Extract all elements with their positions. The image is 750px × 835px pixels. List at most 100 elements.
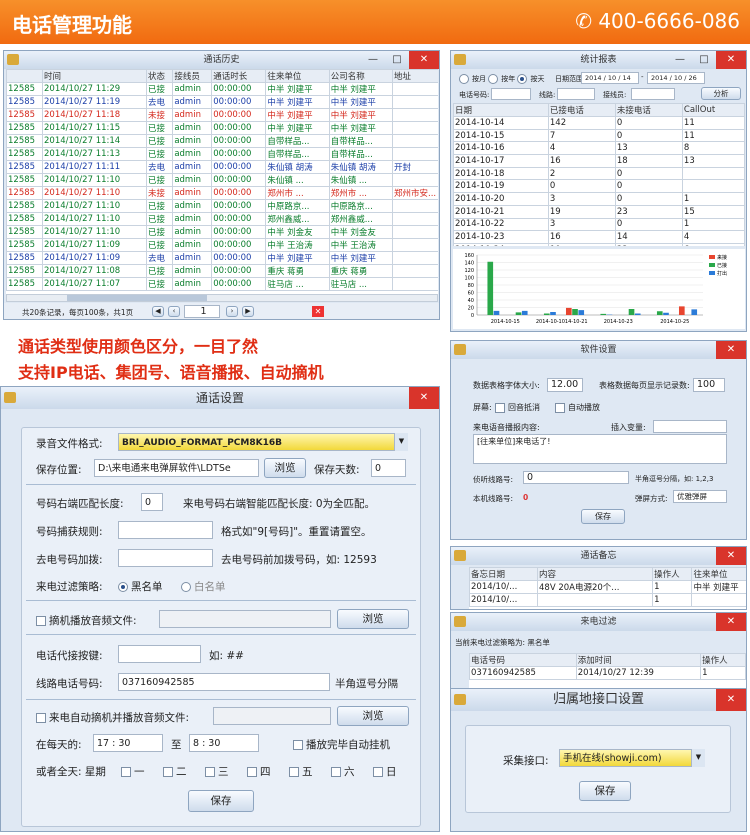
operator-select[interactable] [631,88,675,100]
minimize-button[interactable]: — [361,51,385,69]
rule-input[interactable] [118,521,213,539]
table-row[interactable]: 2014-10-20 3 0 1 [453,192,745,206]
delete-icon[interactable]: ✕ [312,306,324,317]
maximize-button[interactable]: □ [692,51,716,69]
from-time-input[interactable]: 17 : 30 [93,734,163,752]
date-to-input[interactable]: 2014 / 10 / 26 [647,72,705,84]
table-row[interactable]: 12585 2014/10/27 11:09 已接 admin 00:00:00 中半 王… [6,238,438,252]
close-button[interactable]: ✕ [409,387,439,409]
table-row[interactable]: 12585 2014/10/27 11:19 去电 admin 00:00:00 中半 刘… [6,95,438,109]
auto-answer-checkbox[interactable]: 来电自动摘机并播放音频文件: [36,710,189,725]
next-page-button[interactable]: › [226,306,238,317]
table-row[interactable]: 12585 2014/10/27 11:10 未接 admin 00:00:00 郑州市 … [6,186,438,200]
match-stepper[interactable]: 0 [141,493,163,511]
table-row[interactable]: 2014-10-15 7 0 11 [453,128,745,143]
table-row[interactable]: 12585 2014/10/27 11:13 已接 admin 00:00:00 自带样品… [6,147,438,161]
page-input[interactable]: 1 [184,305,220,318]
close-button[interactable]: ✕ [716,547,746,565]
mode-radios[interactable]: 按月 按年 按天 [459,74,544,84]
close-button[interactable]: ✕ [716,613,746,631]
chevron-down-icon[interactable]: ▼ [691,749,705,767]
column-header[interactable]: 地址 [391,69,438,83]
table-row[interactable]: 2014-10-17 16 18 13 [453,154,745,168]
maximize-button[interactable]: □ [385,51,409,69]
table-row[interactable]: 12585 2014/10/27 11:10 已接 admin 00:00:00 朱仙镇 … [6,173,438,187]
column-header[interactable]: 操作人 [652,567,693,581]
table-row[interactable]: 2014-10-22 3 0 1 [453,217,745,232]
area-select[interactable]: 手机在线(showji.com) [559,749,705,767]
days-stepper[interactable]: 0 [371,459,406,477]
play-browse-button[interactable]: 浏览 [337,609,409,629]
table-row[interactable]: 12585 2014/10/27 11:07 已接 admin 00:00:00 驻马店 … [6,277,438,291]
table-row[interactable]: 12585 2014/10/27 11:14 已接 admin 00:00:00 自带样品… [6,134,438,148]
column-header[interactable]: 备忘日期 [469,567,539,581]
line-input[interactable]: 037160942585 [118,673,330,691]
table-row[interactable]: 12585 2014/10/27 11:10 已接 admin 00:00:00 中半 刘… [6,225,438,239]
weekday-checkbox[interactable]: 五 [289,764,313,779]
prev-page-button[interactable]: ‹ [168,306,180,317]
settings-save-button[interactable]: 保存 [188,790,254,812]
path-browse-button[interactable]: 浏览 [264,458,306,478]
column-header[interactable]: 往来单位 [265,69,330,83]
column-header[interactable]: 通话时长 [211,69,267,83]
path-input[interactable]: D:\来电通来电弹屏软件\LDTSe [94,459,259,477]
hangup-checkbox[interactable]: 播放完毕自动挂机 [293,737,390,752]
last-page-button[interactable]: ▶ [242,306,254,317]
table-row[interactable]: 037160942585 2014/10/27 12:39 1 [469,666,746,680]
autoplay-checkbox[interactable]: 自动播放 [555,402,600,413]
column-header[interactable]: 添加时间 [575,653,702,667]
area-save-button[interactable]: 保存 [579,781,631,801]
column-header[interactable]: 公司名称 [328,69,394,83]
auto-browse-button[interactable]: 浏览 [337,706,409,726]
auto-file-input[interactable] [213,707,331,725]
column-header[interactable]: 时间 [41,69,148,83]
column-header[interactable]: 往来单位 [691,567,746,581]
date-from-input[interactable]: 2014 / 10 / 14 [581,72,639,84]
analyze-button[interactable]: 分析 [701,87,741,100]
weekday-checkbox[interactable]: 六 [331,764,355,779]
table-row[interactable]: 12585 2014/10/27 11:11 去电 admin 00:00:00 朱仙镇 … [6,160,438,174]
table-row[interactable]: 12585 2014/10/27 11:10 已接 admin 00:00:00 中原路京… [6,199,438,213]
close-button[interactable]: ✕ [409,51,439,69]
weekday-checkbox[interactable]: 日 [373,764,397,779]
play-file-input[interactable] [159,610,331,628]
to-time-input[interactable]: 8 : 30 [189,734,259,752]
phone-input[interactable] [491,88,531,100]
format-select[interactable]: BRI_AUDIO_FORMAT_PCM8K16B [118,433,408,451]
prefix-input[interactable] [118,549,213,567]
blacklist-radio[interactable]: 黑名单 [118,579,163,594]
column-header[interactable]: CallOut [681,103,745,117]
column-header[interactable]: 操作人 [700,653,746,667]
weekday-checkbox[interactable]: 一 [121,764,145,779]
table-row[interactable]: 2014/10/... 48V 20A电源20个... 1 中半 刘建平 [469,580,746,594]
table-row[interactable]: 2014-10-16 4 13 8 [453,141,745,156]
table-row[interactable]: 12585 2014/10/27 11:29 已接 admin 00:00:00 中半 刘… [6,82,438,96]
var-select[interactable] [653,420,727,433]
table-row[interactable]: 12585 2014/10/27 11:15 已接 admin 00:00:00 中半 刘… [6,121,438,135]
echo-checkbox[interactable]: 回音抵消 [495,402,540,413]
font-size-input[interactable]: 12.00 [547,378,583,392]
horizontal-scrollbar[interactable] [6,294,438,302]
first-page-button[interactable]: ◀ [152,306,164,317]
table-row[interactable]: 12585 2014/10/27 11:09 去电 admin 00:00:00 中半 刘… [6,251,438,265]
table-row[interactable]: 2014-10-19 0 0 [453,179,745,194]
weekday-checkbox[interactable]: 四 [247,764,271,779]
column-header[interactable]: 已接电话 [547,103,616,117]
table-row[interactable]: 12585 2014/10/27 11:10 已接 admin 00:00:00 郑州鑫威… [6,212,438,226]
table-row[interactable]: 12585 2014/10/27 11:08 已接 admin 00:00:00 重庆 蒋… [6,264,438,278]
column-header[interactable]: 状态 [146,69,174,83]
minimize-button[interactable]: — [668,51,692,69]
column-header[interactable]: 未接电话 [614,103,683,117]
listen-input[interactable]: 0 [523,471,629,484]
chevron-down-icon[interactable]: ▼ [394,433,408,451]
table-row[interactable]: 2014-10-23 16 14 4 [453,230,745,244]
table-row[interactable]: 12585 2014/10/27 11:18 未接 admin 00:00:00 中半 刘… [6,108,438,122]
column-header[interactable]: 内容 [537,567,654,581]
column-header[interactable]: 接线员 [172,69,213,83]
table-row[interactable]: 2014-10-21 19 23 15 [453,204,745,219]
table-row[interactable]: 2014/10/... 1 [469,593,746,607]
whitelist-radio[interactable]: 白名单 [181,579,226,594]
soft-save-button[interactable]: 保存 [581,509,625,524]
column-header[interactable]: 日期 [453,103,549,117]
play-checkbox[interactable]: 摘机播放音频文件: [36,613,137,628]
